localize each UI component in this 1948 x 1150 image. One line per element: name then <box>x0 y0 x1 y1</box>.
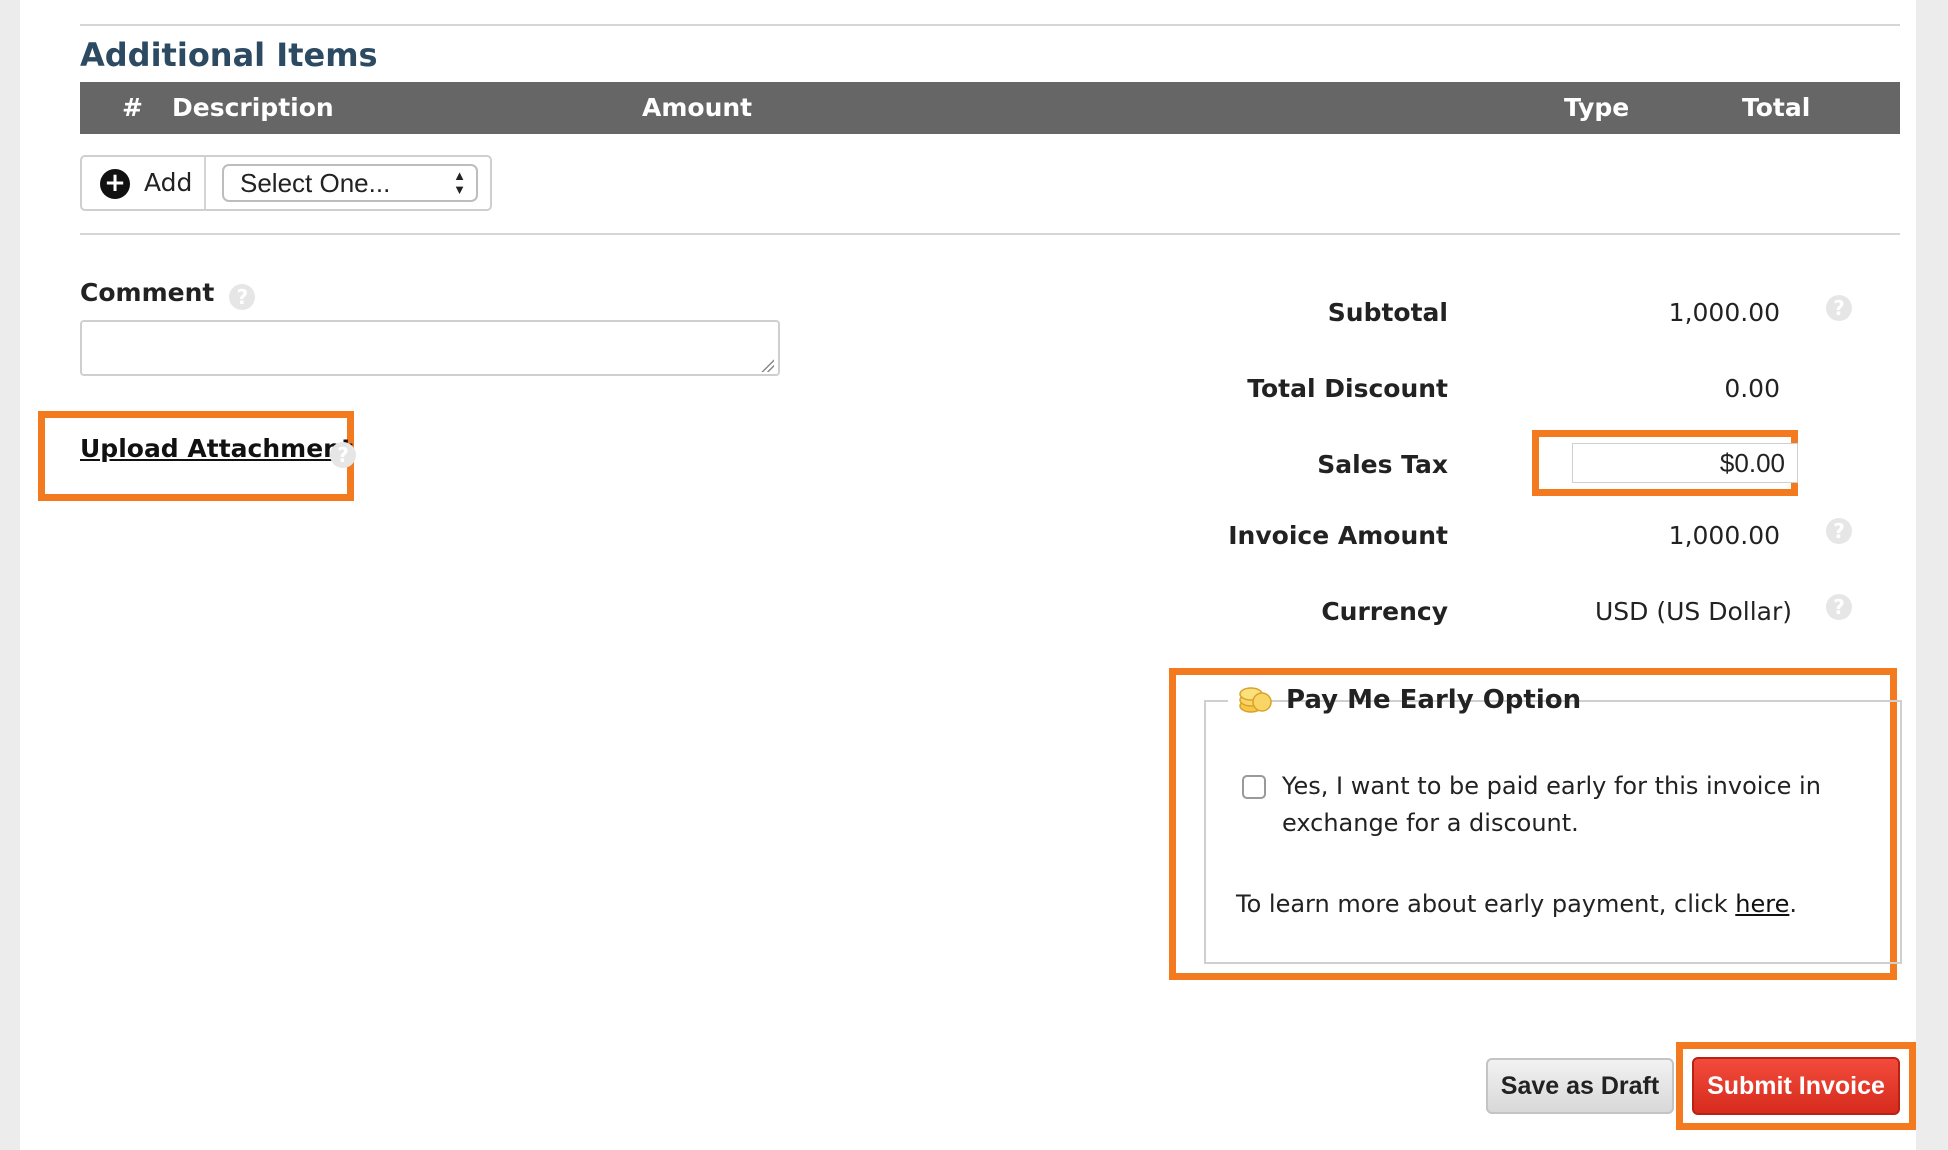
column-header-number: # <box>122 93 143 122</box>
column-header-total: Total <box>1742 93 1811 122</box>
pay-early-title: Pay Me Early Option <box>1286 685 1582 715</box>
coins-icon <box>1239 687 1272 713</box>
add-item-button[interactable]: + Add <box>82 157 206 209</box>
section-title: Additional Items <box>80 36 378 74</box>
learn-more-prefix: To learn more about early payment, click <box>1236 890 1736 918</box>
learn-more-suffix: . <box>1789 890 1797 918</box>
add-item-label: Add <box>144 168 193 197</box>
save-as-draft-button[interactable]: Save as Draft <box>1486 1058 1674 1114</box>
upload-attachment-label: Upload Attachment <box>80 434 353 463</box>
help-icon[interactable]: ? <box>1826 518 1852 544</box>
currency-label: Currency <box>1321 597 1448 626</box>
column-header-type: Type <box>1564 93 1630 122</box>
learn-more-text: To learn more about early payment, click… <box>1236 890 1797 918</box>
column-header-description: Description <box>172 93 334 122</box>
top-divider <box>80 24 1900 26</box>
subtotal-value: 1,000.00 <box>1668 298 1780 327</box>
invoice-amount-label: Invoice Amount <box>1228 521 1448 550</box>
currency-value: USD (US Dollar) <box>1594 597 1792 626</box>
learn-more-link[interactable]: here <box>1735 890 1789 918</box>
help-icon[interactable]: ? <box>330 442 356 468</box>
help-icon[interactable]: ? <box>229 283 256 310</box>
submit-invoice-button[interactable]: Submit Invoice <box>1692 1057 1900 1115</box>
resize-grip-icon[interactable] <box>760 358 774 372</box>
pay-early-checkbox[interactable] <box>1242 775 1266 799</box>
invoice-amount-value: 1,000.00 <box>1668 521 1780 550</box>
add-item-control: + Add Select One... ▲ ▼ <box>80 155 492 211</box>
plus-circle-icon: + <box>100 169 130 199</box>
sales-tax-input[interactable]: $0.00 <box>1572 443 1798 483</box>
comment-label-row: Comment ? <box>80 278 256 310</box>
help-icon[interactable]: ? <box>1826 594 1852 620</box>
total-discount-label: Total Discount <box>1247 374 1448 403</box>
pay-early-legend: Pay Me Early Option <box>1228 680 1581 720</box>
total-discount-value: 0.00 <box>1724 374 1780 403</box>
items-divider <box>80 233 1900 235</box>
comment-label: Comment <box>80 278 215 307</box>
item-type-select-value: Select One... <box>240 168 391 198</box>
column-header-amount: Amount <box>642 93 753 122</box>
pay-early-checkbox-label: Yes, I want to be paid early for this in… <box>1282 772 1821 837</box>
invoice-form-page: Additional Items # Description Amount Ty… <box>20 0 1916 1150</box>
select-arrows-icon: ▲ ▼ <box>453 168 466 197</box>
sales-tax-label: Sales Tax <box>1317 450 1448 479</box>
upload-attachment-link[interactable]: Upload Attachment <box>80 434 353 463</box>
subtotal-label: Subtotal <box>1327 298 1448 327</box>
comment-textarea[interactable] <box>80 320 780 376</box>
help-icon[interactable]: ? <box>1826 295 1852 321</box>
items-table-header: # Description Amount Type Total <box>80 82 1900 134</box>
item-type-select[interactable]: Select One... ▲ ▼ <box>222 164 478 202</box>
